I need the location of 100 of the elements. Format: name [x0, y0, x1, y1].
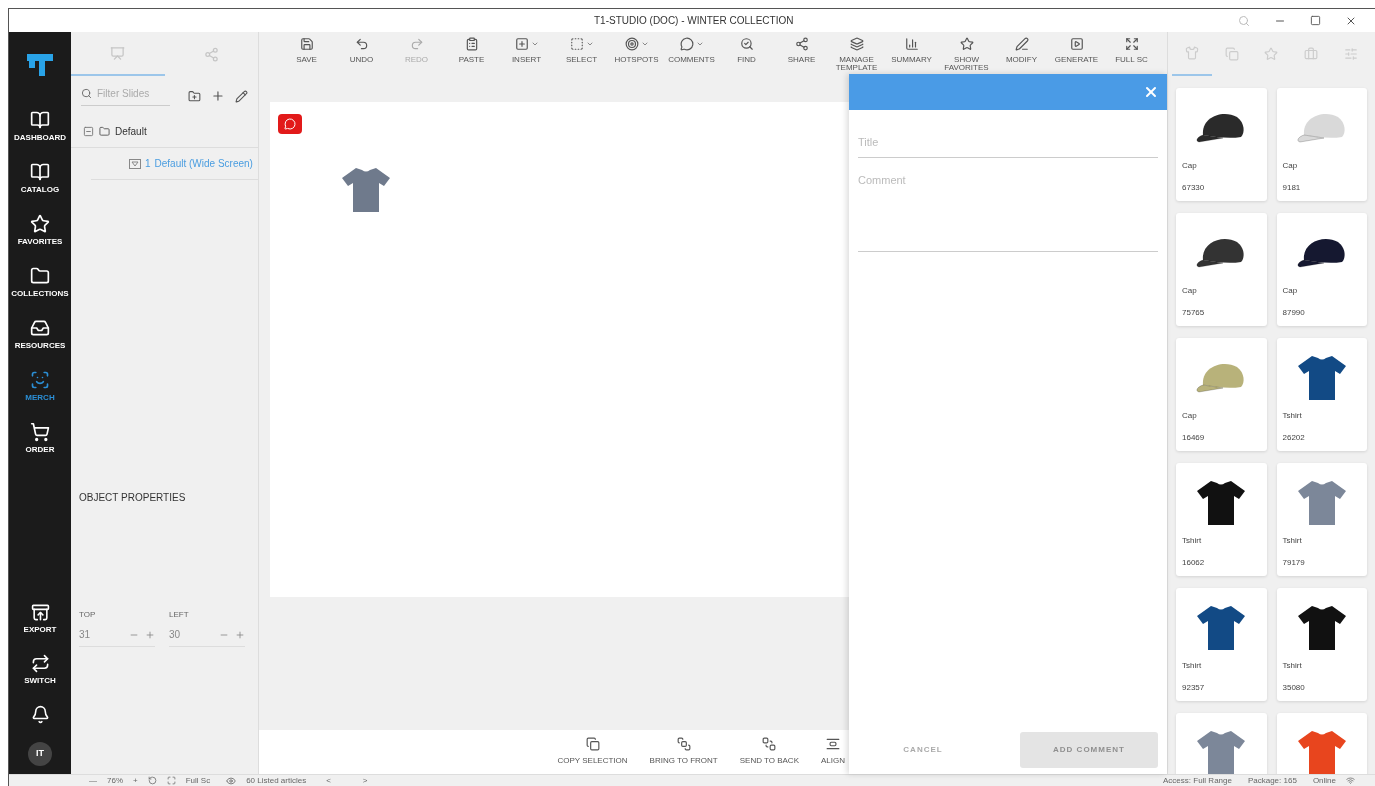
article-card[interactable]: Cap 9181 [1276, 88, 1367, 201]
sliders-icon [1344, 47, 1359, 61]
slide-number: 1 [145, 157, 151, 171]
toolbar-button[interactable]: SAVE [279, 36, 334, 64]
online-status: Online [1312, 775, 1336, 786]
briefcase-icon [1304, 47, 1319, 61]
article-card[interactable]: Cap 87990 [1276, 213, 1367, 326]
edit-icon[interactable] [235, 89, 248, 103]
rotate-icon[interactable] [147, 776, 157, 785]
insert-icon [514, 37, 529, 51]
plus-icon[interactable] [145, 629, 155, 640]
bar-chart-icon [904, 37, 919, 51]
layers-icon [849, 37, 864, 51]
nav-item[interactable]: MERCH [25, 370, 55, 404]
article-card[interactable]: Tshirt 26202 [1276, 338, 1367, 451]
pen-icon [1014, 37, 1029, 51]
download-box-icon [30, 603, 50, 622]
expand-icon [1124, 37, 1139, 51]
nav-item[interactable]: FAVORITES [17, 214, 63, 248]
field-label: LEFT [169, 609, 190, 621]
book-icon [30, 162, 50, 182]
user-avatar[interactable]: IT [28, 742, 52, 766]
toolbar-button[interactable]: SEND TO BACK [739, 737, 799, 767]
toolbar-button[interactable]: FULL SC [1104, 36, 1159, 64]
nav-item[interactable]: RESOURCES [14, 318, 66, 352]
toolbar-button[interactable]: GENERATE [1049, 36, 1104, 64]
toolbar-button[interactable]: SHOW FAVORITES [939, 36, 994, 72]
undo-icon [354, 37, 369, 51]
next-button[interactable]: > [362, 775, 368, 786]
toolbar-button[interactable]: INSERT [499, 36, 554, 64]
toolbar-button[interactable]: MANAGE TEMPLATE [829, 36, 884, 72]
scan-icon [30, 370, 50, 390]
comment-marker-icon[interactable] [278, 114, 302, 134]
toolbar-button[interactable]: SUMMARY [884, 36, 939, 64]
search-icon [81, 88, 92, 99]
toolbar-button[interactable]: SHARE [774, 36, 829, 64]
article-card[interactable]: Tshirt 79179 [1276, 463, 1367, 576]
toolbar-button[interactable]: SELECT [554, 36, 609, 64]
article-name: Tshirt [1182, 535, 1203, 547]
tree-label[interactable]: Default [115, 124, 147, 139]
filter-field[interactable]: Filter Slides [97, 86, 167, 101]
zoom-in-button[interactable]: + [133, 775, 138, 786]
toolbar-button[interactable]: HOTSPOTS [609, 36, 664, 64]
zoom-out-button[interactable]: — [89, 775, 97, 786]
folder-icon [30, 266, 50, 286]
caret-icon [585, 40, 594, 48]
caret-icon [640, 40, 649, 48]
toolbar-button[interactable]: COPY SELECTION [557, 737, 628, 767]
toolbar-button[interactable]: UNDO [334, 36, 389, 64]
nav-item[interactable]: DASHBOARD [14, 110, 66, 144]
toolbar-button[interactable]: COMMENTS [664, 36, 719, 64]
article-number: 87990 [1282, 307, 1306, 319]
article-card[interactable]: Tshirt 35080 [1276, 588, 1367, 701]
article-name: Tshirt [1282, 535, 1303, 547]
article-card[interactable]: Cap 16469 [1176, 338, 1267, 451]
article-number: 79179 [1282, 557, 1306, 569]
toolbar-button[interactable]: MODIFY [994, 36, 1049, 64]
clipboard-icon [464, 37, 479, 51]
nav-item[interactable]: SWITCH [24, 654, 56, 687]
nav-item[interactable] [30, 705, 50, 724]
article-number: 16469 [1182, 432, 1206, 444]
toolbar-button[interactable]: FIND [719, 36, 774, 64]
caret-icon [695, 40, 704, 48]
article-card[interactable]: Tshirt 92357 [1176, 588, 1267, 701]
plus-icon[interactable] [235, 629, 245, 640]
maximize-button[interactable] [1310, 15, 1321, 26]
redo-icon [409, 37, 424, 51]
shirt-icon [1184, 46, 1199, 60]
slide-thumbnail-icon [129, 158, 141, 169]
caret-icon [530, 40, 539, 48]
article-card[interactable]: Cap 75765 [1176, 213, 1267, 326]
article-number: 35080 [1282, 682, 1306, 694]
send-back-icon [762, 737, 777, 751]
title-field[interactable]: Title [858, 134, 1158, 158]
star-icon [1264, 47, 1279, 61]
toolbar-button[interactable]: PASTE [444, 36, 499, 64]
article-card[interactable]: Cap 67330 [1176, 88, 1267, 201]
slide-label: Default (Wide Screen) [154, 157, 253, 171]
article-number: 75765 [1182, 307, 1206, 319]
nav-item[interactable]: ORDER [25, 422, 55, 456]
article-card[interactable]: Tshirt 16062 [1176, 463, 1267, 576]
share-icon [794, 37, 809, 51]
article-name: Tshirt [1182, 660, 1203, 672]
nav-item[interactable]: COLLECTIONS [11, 266, 69, 300]
add-folder-icon[interactable] [188, 89, 202, 103]
fit-icon[interactable] [166, 776, 176, 785]
prev-button[interactable]: < [326, 775, 331, 786]
toolbar-button[interactable]: BRING TO FRONT [649, 737, 718, 767]
fit-label[interactable]: Full Sc [185, 775, 211, 786]
article-name: Cap [1182, 410, 1198, 422]
star-icon [30, 214, 50, 234]
comment-field[interactable]: Comment [858, 171, 1158, 252]
folder-icon [99, 126, 110, 137]
nav-item[interactable]: EXPORT [23, 603, 57, 636]
collapse-icon[interactable] [83, 126, 94, 137]
section-title: OBJECT PROPERTIES [78, 491, 187, 505]
nav-item[interactable]: CATALOG [20, 162, 60, 196]
toolbar-button[interactable]: ALIGN [821, 737, 845, 767]
zoom-icon[interactable] [1238, 14, 1250, 27]
article-number: 67330 [1182, 182, 1206, 194]
